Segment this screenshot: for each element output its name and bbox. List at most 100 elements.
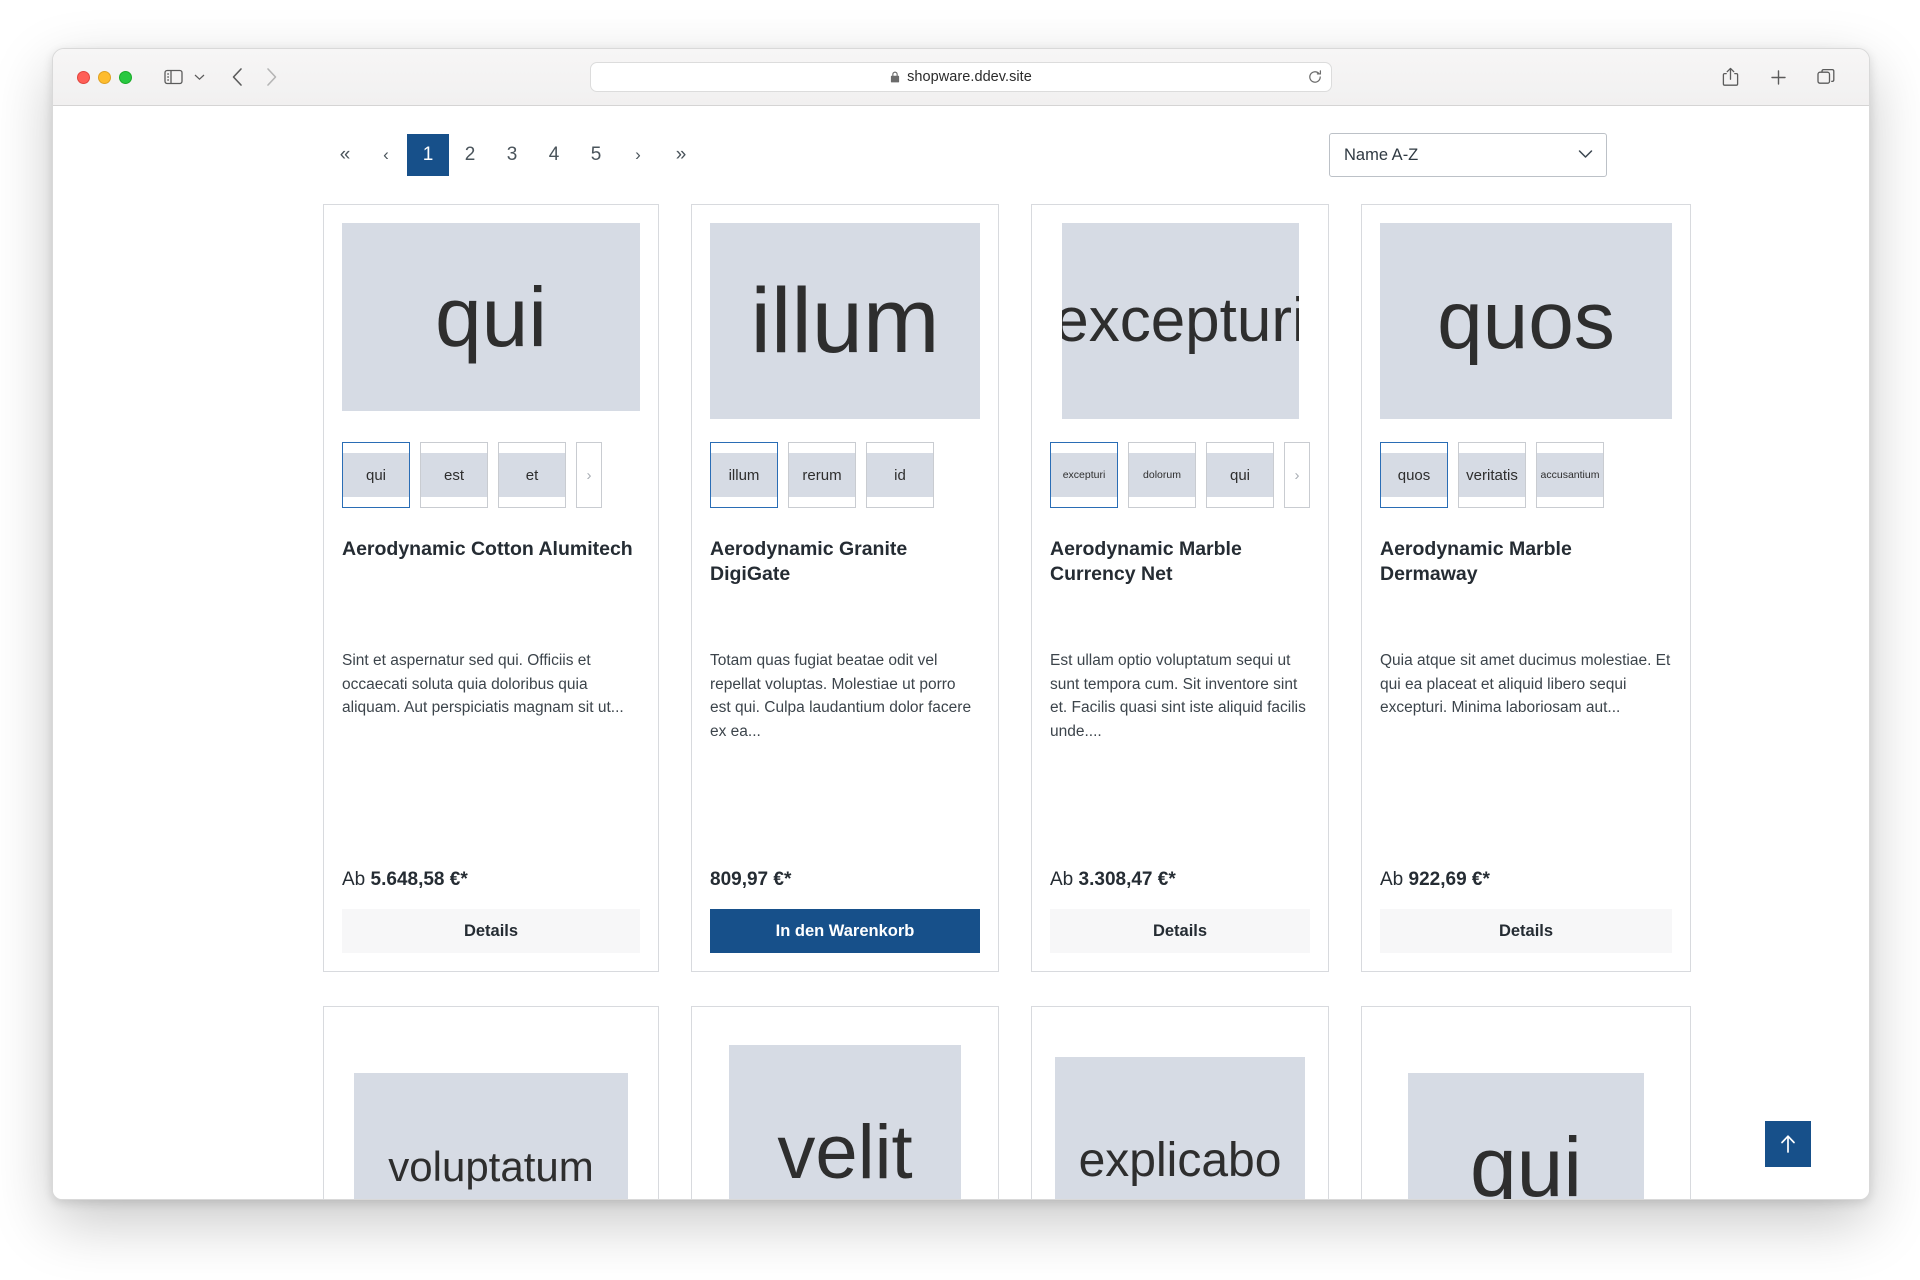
image-placeholder-label: qui: [1469, 1120, 1583, 1200]
pagination-page-4[interactable]: 4: [533, 134, 575, 176]
image-placeholder-label: qui: [434, 270, 548, 364]
thumbnail-strip: quos veritatis accusantium: [1380, 439, 1672, 511]
price-prefix: Ab: [1380, 869, 1409, 890]
thumbnail-label: id: [894, 466, 906, 484]
product-card[interactable]: voluptatum: [323, 1006, 659, 1199]
pagination-page-5[interactable]: 5: [575, 134, 617, 176]
browser-toolbar: shopware.ddev.site: [53, 49, 1869, 106]
sidebar-toggle-icon[interactable]: [156, 62, 190, 92]
scroll-to-top-button[interactable]: [1765, 1121, 1811, 1167]
address-bar[interactable]: shopware.ddev.site: [590, 62, 1332, 92]
price-value: 922,69 €*: [1408, 869, 1490, 890]
thumbnail-placeholder: dolorum: [1129, 453, 1195, 497]
thumbnail[interactable]: id: [866, 442, 934, 508]
thumbnail-placeholder: accusantium: [1537, 453, 1603, 497]
product-title[interactable]: Aerodynamic Cotton Alumitech: [342, 537, 640, 589]
thumbnail-selected[interactable]: excepturi: [1050, 442, 1118, 508]
product-title[interactable]: Aerodynamic Granite DigiGate: [710, 537, 980, 589]
pagination-first[interactable]: «: [323, 134, 365, 176]
sorting-select[interactable]: Name A-Z: [1329, 133, 1607, 177]
product-image[interactable]: quos: [1380, 223, 1672, 419]
product-image[interactable]: illum: [710, 223, 980, 419]
pagination-page-3[interactable]: 3: [491, 134, 533, 176]
thumbnail-placeholder: et: [499, 453, 565, 497]
minimize-window-button[interactable]: [98, 70, 111, 84]
maximize-window-button[interactable]: [119, 70, 132, 84]
thumbnail-label: rerum: [802, 466, 842, 484]
close-window-button[interactable]: [77, 70, 90, 84]
product-card[interactable]: qui: [1361, 1006, 1691, 1200]
thumbnail-next-arrow-icon[interactable]: ›: [576, 442, 602, 508]
product-description: Sint et aspernatur sed qui. Officiis et …: [342, 652, 624, 717]
product-title[interactable]: Aerodynamic Marble Currency Net: [1050, 537, 1310, 589]
thumbnail-selected[interactable]: qui: [342, 442, 410, 508]
toolbar-right-actions: [1713, 62, 1851, 92]
sorting-select-value: Name A-Z: [1344, 145, 1419, 164]
thumbnail-label: qui: [365, 466, 387, 484]
thumbnail-selected[interactable]: quos: [1380, 442, 1448, 508]
product-description: Totam quas fugiat beatae odit vel repell…: [710, 652, 972, 740]
product-image[interactable]: voluptatum: [342, 1073, 640, 1199]
product-title[interactable]: Aerodynamic Marble Dermaway: [1380, 537, 1672, 589]
thumbnail-placeholder: est: [421, 453, 487, 497]
details-button[interactable]: Details: [1380, 909, 1672, 953]
product-image[interactable]: qui: [1380, 1073, 1672, 1200]
pagination: «‹ 1 2 3 4 5 ›»: [323, 134, 701, 176]
thumbnail[interactable]: accusantium: [1536, 442, 1604, 508]
add-to-cart-button[interactable]: In den Warenkorb: [710, 909, 980, 953]
window-traffic-lights: [77, 70, 132, 84]
thumbnail-strip: qui est et ›: [342, 439, 640, 511]
thumbnail-selected[interactable]: illum: [710, 442, 778, 508]
product-card[interactable]: excepturi excepturi dolorum qui › Aerodynamic…: [1031, 204, 1329, 972]
back-arrow-icon[interactable]: [220, 62, 254, 92]
product-card[interactable]: illum illum rerum id Aerodynamic Granite Dig…: [691, 204, 999, 972]
product-card[interactable]: explicabo: [1031, 1006, 1329, 1199]
plus-icon[interactable]: [1761, 62, 1795, 92]
product-card[interactable]: velit: [691, 1006, 999, 1199]
image-placeholder: illum: [710, 223, 980, 419]
thumbnail-placeholder: illum: [711, 453, 777, 497]
thumbnail-placeholder: qui: [343, 453, 409, 497]
thumbnail-placeholder: rerum: [789, 453, 855, 497]
thumbnail-strip: illum rerum id: [710, 439, 980, 511]
lock-icon: [890, 71, 900, 84]
thumbnail[interactable]: et: [498, 442, 566, 508]
thumbnail-label: illum: [728, 466, 760, 484]
listing-controls-bar: «‹ 1 2 3 4 5 ›» Name A-Z: [69, 106, 1853, 204]
thumbnail[interactable]: rerum: [788, 442, 856, 508]
forward-arrow-icon[interactable]: [254, 62, 288, 92]
pagination-page-2[interactable]: 2: [449, 134, 491, 176]
product-price: Ab 5.648,58 €*: [342, 869, 640, 909]
image-placeholder-label: illum: [750, 270, 940, 372]
thumbnail-next-arrow-icon[interactable]: ›: [1284, 442, 1310, 508]
product-description: Quia atque sit amet ducimus molestiae. E…: [1380, 652, 1671, 717]
details-button[interactable]: Details: [1050, 909, 1310, 953]
thumbnail[interactable]: qui: [1206, 442, 1274, 508]
sidebar-chevron-down-icon[interactable]: [190, 62, 208, 92]
pagination-next[interactable]: ›: [617, 134, 659, 176]
thumbnail-label: qui: [1229, 466, 1251, 484]
tab-overview-icon[interactable]: [1809, 62, 1843, 92]
thumbnail-label: et: [525, 466, 539, 484]
thumbnail[interactable]: veritatis: [1458, 442, 1526, 508]
product-card[interactable]: quos quos veritatis accusantium Aerodynamic …: [1361, 204, 1691, 972]
product-description: Est ullam optio voluptatum sequi ut sunt…: [1050, 652, 1306, 740]
thumbnail[interactable]: dolorum: [1128, 442, 1196, 508]
product-image[interactable]: qui: [342, 223, 640, 413]
product-image[interactable]: excepturi: [1050, 223, 1310, 419]
product-image[interactable]: explicabo: [1050, 1057, 1310, 1199]
thumbnail-placeholder: qui: [1207, 453, 1273, 497]
image-placeholder: qui: [342, 223, 640, 411]
pagination-last[interactable]: »: [659, 134, 701, 176]
share-icon[interactable]: [1713, 62, 1747, 92]
pagination-prev[interactable]: ‹: [365, 134, 407, 176]
product-card[interactable]: qui qui est et › Aerodynamic Cotton Alumitech…: [323, 204, 659, 972]
thumbnail-placeholder: veritatis: [1459, 453, 1525, 497]
safari-browser-window: shopware.ddev.site « ‹ 1 2 3 4 5 › » Nam…: [52, 48, 1870, 1200]
product-grid: qui qui est et › Aerodynamic Cotton Alumitech…: [69, 204, 1853, 1200]
thumbnail[interactable]: est: [420, 442, 488, 508]
product-image[interactable]: velit: [710, 1045, 980, 1199]
reload-icon[interactable]: [1308, 70, 1322, 84]
details-button[interactable]: Details: [342, 909, 640, 953]
pagination-page-1[interactable]: 1: [407, 134, 449, 176]
